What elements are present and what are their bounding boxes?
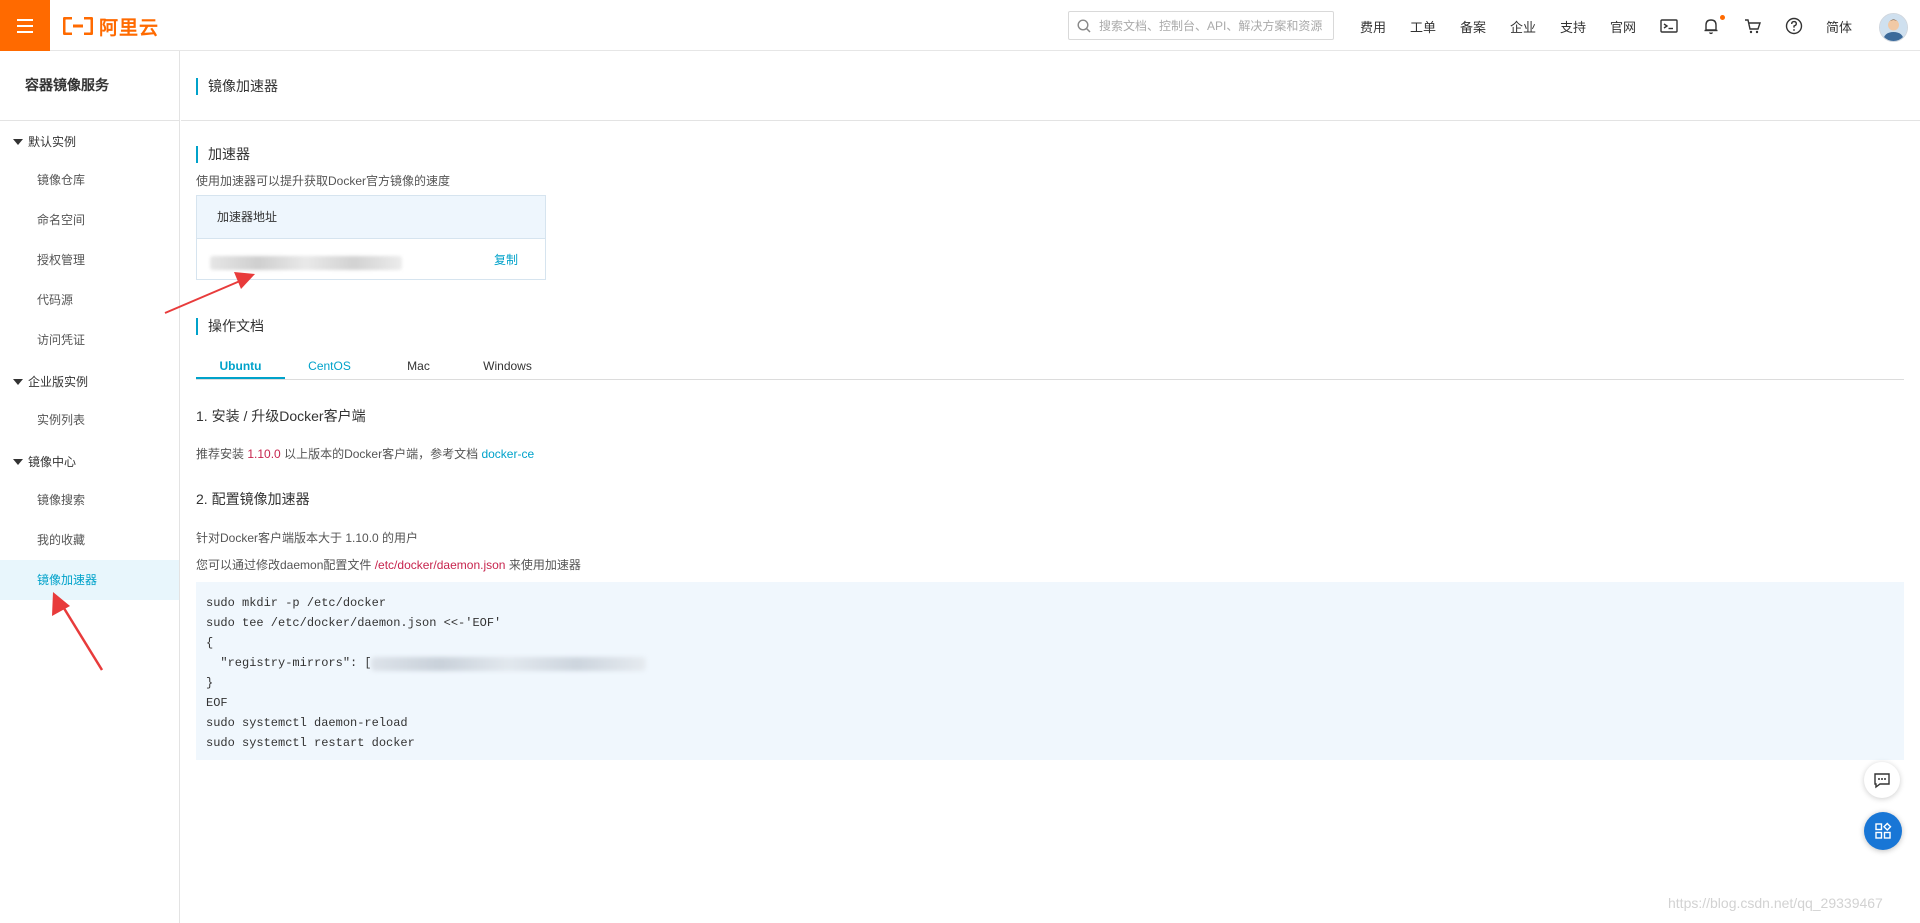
step1-text-before: 推荐安装 (196, 447, 245, 461)
title-accent-bar (196, 77, 198, 95)
accelerator-description: 使用加速器可以提升获取Docker官方镜像的速度 (196, 174, 451, 188)
sidebar-item-instance-list[interactable]: 实例列表 (0, 400, 179, 440)
accelerator-address-table: 加速器地址 复制 (196, 195, 546, 280)
search-input[interactable] (1097, 17, 1331, 34)
notification-dot (1720, 15, 1725, 20)
step2-line2: 您可以通过修改daemon配置文件 /etc/docker/daemon.jso… (196, 556, 581, 573)
logo-text: 阿里云 (99, 17, 160, 39)
sidebar-item-image-accelerator[interactable]: 镜像加速器 (0, 560, 179, 600)
version-highlight: 1.10.0 (247, 447, 281, 461)
step2-line1: 针对Docker客户端版本大于 1.10.0 的用户 (196, 531, 419, 545)
sidebar-item-favorites[interactable]: 我的收藏 (0, 520, 179, 560)
sidebar-group-enterprise-instance[interactable]: 企业版实例 (13, 373, 88, 390)
nav-fees[interactable]: 费用 (1360, 17, 1386, 36)
csdn-watermark: https://blog.csdn.net/qq_29339467 (1668, 895, 1883, 911)
hamburger-icon (17, 18, 33, 33)
page-title: 镜像加速器 (196, 76, 278, 96)
main-content: 镜像加速器 加速器 使用加速器可以提升获取Docker官方镜像的速度 加速器地址… (181, 51, 1920, 923)
caret-down-icon (13, 378, 23, 385)
aliyun-logo[interactable]: 阿里云 (63, 13, 159, 39)
title-accent-bar (196, 145, 198, 163)
nav-enterprise[interactable]: 企业 (1510, 17, 1536, 36)
chat-button[interactable] (1864, 762, 1900, 798)
search-icon (1077, 18, 1091, 33)
sidebar-title: 容器镜像服务 (0, 51, 179, 121)
code-line: } (206, 676, 214, 690)
title-accent-bar (196, 317, 198, 335)
language-switch[interactable]: 简体 (1826, 17, 1852, 36)
code-line: sudo tee /etc/docker/daemon.json <<-'EOF… (206, 616, 502, 630)
sidebar-item-image-search[interactable]: 镜像搜索 (0, 480, 179, 520)
menu-button[interactable] (0, 0, 50, 51)
active-tab-indicator (196, 377, 285, 379)
config-code-block[interactable]: sudo mkdir -p /etc/docker sudo tee /etc/… (196, 582, 1904, 760)
sidebar-item-namespaces[interactable]: 命名空间 (0, 200, 179, 240)
aliyun-logo-icon (63, 17, 93, 35)
step1-title: 1. 安装 / 升级Docker客户端 (196, 408, 366, 424)
step2-line2-after: 来使用加速器 (508, 558, 581, 572)
tab-mac[interactable]: Mac (374, 359, 463, 373)
avatar-icon (1880, 14, 1907, 41)
apps-grid-icon (1875, 822, 1892, 839)
global-search[interactable] (1068, 11, 1334, 40)
sidebar-group-label: 默认实例 (28, 135, 77, 149)
page-header: 镜像加速器 (181, 51, 1920, 121)
mirror-url-blurred (371, 657, 646, 671)
tab-ubuntu[interactable]: Ubuntu (196, 359, 285, 373)
docs-section-title: 操作文档 (196, 316, 264, 336)
code-line: sudo mkdir -p /etc/docker (206, 596, 387, 610)
code-line: sudo systemctl daemon-reload (206, 716, 408, 730)
code-line: { (206, 636, 214, 650)
step2-title: 2. 配置镜像加速器 (196, 491, 310, 507)
chat-icon (1874, 773, 1890, 789)
nav-tickets[interactable]: 工单 (1410, 17, 1436, 36)
apps-button[interactable] (1864, 812, 1902, 850)
sidebar-group-label: 镜像中心 (28, 455, 77, 469)
code-line: EOF (206, 696, 228, 710)
daemon-json-path: /etc/docker/daemon.json (374, 558, 506, 572)
caret-down-icon (13, 458, 23, 465)
page-title-text: 镜像加速器 (208, 78, 278, 94)
sidebar-group-image-center[interactable]: 镜像中心 (13, 453, 76, 470)
sidebar-item-authorization[interactable]: 授权管理 (0, 240, 179, 280)
docker-ce-link[interactable]: docker-ce (481, 447, 534, 461)
user-avatar[interactable] (1879, 13, 1908, 42)
nav-icp[interactable]: 备案 (1460, 17, 1486, 36)
section-title-text: 加速器 (208, 146, 250, 162)
step1-text-after: 以上版本的Docker客户端，参考文档 (284, 447, 479, 461)
accelerator-section-title: 加速器 (196, 144, 250, 164)
cart-icon[interactable] (1743, 16, 1763, 36)
sidebar: 容器镜像服务 默认实例 镜像仓库 命名空间 授权管理 代码源 访问凭证 企业版实… (0, 51, 180, 923)
accelerator-address-value-blurred (210, 256, 402, 270)
copy-button[interactable]: 复制 (494, 251, 518, 268)
section-title-text: 操作文档 (208, 318, 264, 334)
nav-official-site[interactable]: 官网 (1610, 17, 1636, 36)
sidebar-item-repositories[interactable]: 镜像仓库 (0, 160, 179, 200)
bell-icon[interactable] (1701, 16, 1721, 36)
code-line: sudo systemctl restart docker (206, 736, 415, 750)
sidebar-group-label: 企业版实例 (28, 375, 89, 389)
sidebar-item-code-source[interactable]: 代码源 (0, 280, 179, 320)
table-header: 加速器地址 (197, 196, 545, 239)
sidebar-group-default-instance[interactable]: 默认实例 (13, 133, 76, 150)
sidebar-item-access-credentials[interactable]: 访问凭证 (0, 320, 179, 360)
os-tabs: Ubuntu CentOS Mac Windows (196, 351, 1904, 380)
tab-windows[interactable]: Windows (463, 359, 552, 373)
tab-centos[interactable]: CentOS (285, 359, 374, 373)
step1-text: 推荐安装 1.10.0 以上版本的Docker客户端，参考文档 docker-c… (196, 445, 534, 462)
top-navbar: 阿里云 费用 工单 备案 企业 支持 官网 简体 (0, 0, 1920, 51)
step2-line2-before: 您可以通过修改daemon配置文件 (196, 558, 372, 572)
nav-support[interactable]: 支持 (1560, 17, 1586, 36)
caret-down-icon (13, 138, 23, 145)
help-icon[interactable] (1784, 16, 1804, 36)
code-line-registry-mirrors: "registry-mirrors": [ (206, 653, 1894, 673)
terminal-icon[interactable] (1659, 16, 1679, 36)
code-line-text: "registry-mirrors": [ (206, 656, 372, 670)
